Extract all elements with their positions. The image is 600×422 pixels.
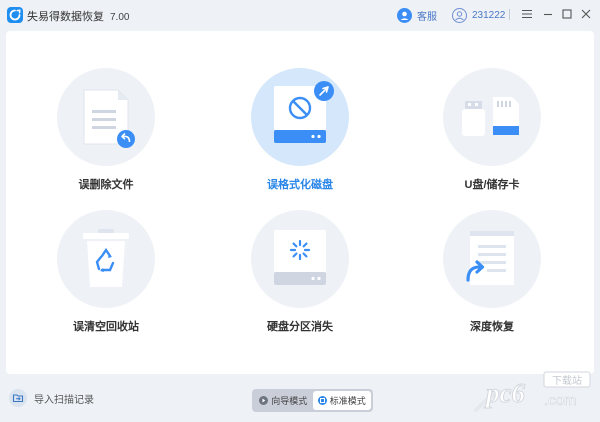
- minimize-button[interactable]: [541, 7, 555, 21]
- app-name: 失易得数据恢复: [27, 11, 104, 23]
- wizard-mode-button[interactable]: 向导模式: [254, 391, 313, 410]
- card-label-deep-recovery: 深度恢复: [470, 321, 514, 333]
- close-button[interactable]: [579, 7, 593, 21]
- card-label-lost-partition: 硬盘分区消失: [267, 321, 333, 333]
- usb-card-icon: [462, 97, 519, 136]
- card-usb-memory[interactable]: U盘/储存卡: [432, 68, 552, 192]
- folder-icon: [9, 389, 27, 407]
- close-icon: [581, 9, 591, 19]
- card-icon-circle: [251, 68, 349, 166]
- menu-icon: [522, 9, 532, 19]
- card-deleted-files[interactable]: 误删除文件: [46, 68, 166, 192]
- formatted-disk-icon: [274, 81, 334, 143]
- card-label-deleted-files: 误删除文件: [78, 179, 134, 191]
- card-label-usb-memory: U盘/储存卡: [464, 179, 520, 191]
- maximize-button[interactable]: [560, 7, 574, 21]
- user-id: 231222: [472, 9, 506, 21]
- deep-recovery-icon: [466, 231, 514, 285]
- card-icon-circle: [443, 68, 541, 166]
- app-logo-icon: [7, 7, 23, 23]
- standard-mode-label: 标准模式: [329, 396, 366, 406]
- card-label-recycle-bin: 误清空回收站: [73, 321, 139, 333]
- titlebar-divider: [509, 9, 510, 20]
- import-scan-record-button[interactable]: 导入扫描记录: [9, 389, 94, 407]
- card-deep-recovery[interactable]: 深度恢复: [432, 210, 552, 334]
- card-lost-partition[interactable]: 硬盘分区消失: [240, 210, 360, 334]
- customer-service-button[interactable]: 客服: [397, 6, 437, 24]
- card-icon-circle: [57, 68, 155, 166]
- customer-service-label: 客服: [417, 11, 437, 23]
- app-version: 7.00: [110, 12, 130, 23]
- watermark-tag: 下载站: [552, 374, 582, 387]
- standard-mode-icon: [317, 396, 327, 405]
- standard-mode-button[interactable]: 标准模式: [312, 391, 371, 410]
- import-scan-record-label: 导入扫描记录: [34, 394, 94, 406]
- card-icon-circle: [251, 210, 349, 308]
- user-account-button[interactable]: 231222: [452, 6, 505, 24]
- main-panel: 误删除文件 误格式化磁盘 U盘/储存卡 误清空回收站 硬盘分区消失 深度恢复: [6, 31, 594, 374]
- mode-switch: 向导模式 标准模式: [252, 389, 373, 412]
- deleted-file-icon: [83, 89, 135, 148]
- watermark-site: .com: [544, 392, 577, 409]
- card-icon-circle: [57, 210, 155, 308]
- card-label-formatted-disk: 误格式化磁盘: [267, 179, 333, 191]
- wizard-mode-icon: [259, 396, 269, 405]
- headset-icon: [397, 7, 412, 23]
- recycle-bin-icon: [83, 229, 129, 287]
- user-icon: [452, 7, 467, 23]
- maximize-icon: [562, 9, 572, 19]
- app-title: 失易得数据恢复 7.00: [27, 8, 129, 24]
- wizard-mode-label: 向导模式: [271, 396, 308, 406]
- menu-button[interactable]: [520, 7, 534, 21]
- minimize-icon: [544, 13, 552, 16]
- partition-lost-icon: [274, 230, 326, 285]
- card-formatted-disk[interactable]: 误格式化磁盘: [240, 68, 360, 192]
- title-bar: 失易得数据恢复 7.00 客服 231222: [0, 0, 600, 30]
- card-recycle-bin[interactable]: 误清空回收站: [46, 210, 166, 334]
- card-icon-circle: [443, 210, 541, 308]
- pc6-watermark-logo: pc6 下载站 .com: [468, 366, 594, 414]
- watermark-brand: pc6: [484, 378, 525, 408]
